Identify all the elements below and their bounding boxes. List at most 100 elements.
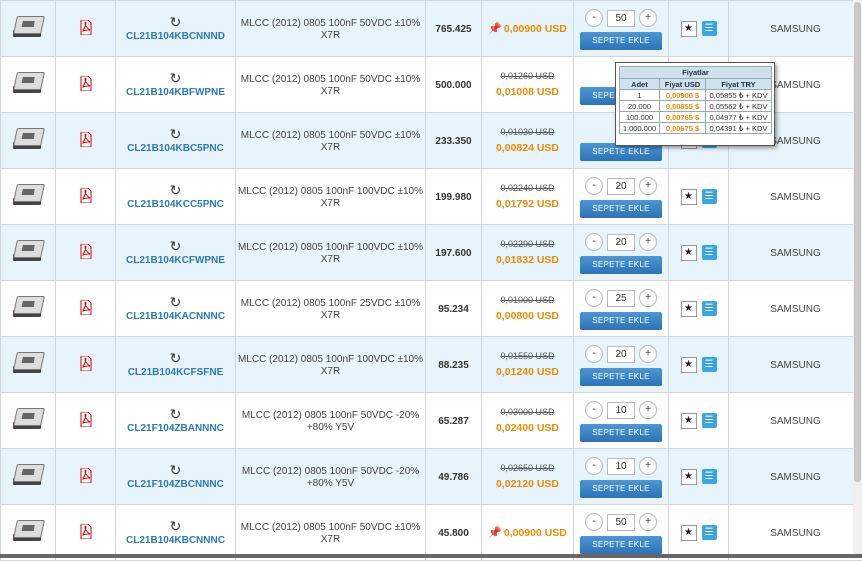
- list-icon[interactable]: ☰: [702, 469, 717, 484]
- pdf-icon[interactable]: [80, 132, 92, 147]
- product-code-link[interactable]: CL21B104KCFSFNE: [128, 367, 224, 378]
- refresh-icon[interactable]: ↻: [170, 519, 182, 533]
- quantity-input[interactable]: 20: [607, 346, 635, 363]
- chip-image[interactable]: [11, 350, 45, 376]
- chip-image[interactable]: [11, 238, 45, 264]
- favorite-star-icon[interactable]: ★: [681, 469, 697, 485]
- refresh-icon[interactable]: ↻: [170, 183, 182, 197]
- quantity-input[interactable]: 20: [607, 234, 635, 251]
- increase-qty-button[interactable]: +: [639, 513, 657, 531]
- chip-image[interactable]: [11, 126, 45, 152]
- increase-qty-button[interactable]: +: [639, 345, 657, 363]
- increase-qty-button[interactable]: +: [639, 457, 657, 475]
- add-to-cart-button[interactable]: SEPETE EKLE: [580, 368, 662, 386]
- decrease-qty-button[interactable]: -: [585, 457, 603, 475]
- increase-qty-button[interactable]: +: [639, 9, 657, 27]
- list-icon[interactable]: ☰: [702, 21, 717, 36]
- favorite-star-icon[interactable]: ★: [681, 21, 697, 37]
- product-code-link[interactable]: CL21B104KACNNNC: [126, 311, 225, 322]
- add-to-cart-button[interactable]: SEPETE EKLE: [580, 536, 662, 554]
- decrease-qty-button[interactable]: -: [585, 401, 603, 419]
- quantity-input[interactable]: 10: [607, 402, 635, 419]
- list-icon[interactable]: ☰: [702, 301, 717, 316]
- add-to-cart-button[interactable]: SEPETE EKLE: [580, 200, 662, 218]
- refresh-icon[interactable]: ↻: [170, 239, 182, 253]
- pdf-icon[interactable]: [80, 20, 92, 35]
- decrease-qty-button[interactable]: -: [585, 289, 603, 307]
- product-code-link[interactable]: CL21B104KBFWPNE: [126, 87, 225, 98]
- list-icon[interactable]: ☰: [702, 413, 717, 428]
- unit-price: 0,02120 USD: [496, 478, 559, 490]
- product-code-link[interactable]: CL21B104KCFWPNE: [126, 255, 225, 266]
- brand-name: SAMSUNG: [770, 360, 821, 371]
- chip-image[interactable]: [11, 518, 45, 544]
- refresh-icon[interactable]: ↻: [170, 463, 182, 477]
- quantity-input[interactable]: 20: [607, 178, 635, 195]
- list-icon[interactable]: ☰: [702, 189, 717, 204]
- pdf-icon[interactable]: [80, 468, 92, 483]
- decrease-qty-button[interactable]: -: [585, 9, 603, 27]
- favorite-star-icon[interactable]: ★: [681, 525, 697, 541]
- brand-name: SAMSUNG: [770, 136, 821, 147]
- increase-qty-button[interactable]: +: [639, 401, 657, 419]
- chip-image[interactable]: [11, 182, 45, 208]
- scrollbar-thumb[interactable]: [854, 2, 861, 482]
- favorite-star-icon[interactable]: ★: [681, 189, 697, 205]
- favorite-star-icon[interactable]: ★: [681, 357, 697, 373]
- product-code-link[interactable]: CL21F104ZBANNNC: [127, 423, 224, 434]
- favorite-star-icon[interactable]: ★: [681, 245, 697, 261]
- product-image-cell: [1, 393, 56, 449]
- pdf-icon[interactable]: [80, 356, 92, 371]
- quantity-input[interactable]: 50: [607, 514, 635, 531]
- product-code-link[interactable]: CL21B104KBC5PNC: [127, 143, 224, 154]
- brand-name: SAMSUNG: [770, 248, 821, 259]
- quantity-input[interactable]: 10: [607, 458, 635, 475]
- add-to-cart-button[interactable]: SEPETE EKLE: [580, 480, 662, 498]
- list-icon[interactable]: ☰: [702, 525, 717, 540]
- increase-qty-button[interactable]: +: [639, 289, 657, 307]
- refresh-icon[interactable]: ↻: [170, 15, 182, 29]
- chip-image[interactable]: [11, 14, 45, 40]
- increase-qty-button[interactable]: +: [639, 233, 657, 251]
- product-code-link[interactable]: CL21B104KBCNNND: [126, 31, 225, 42]
- code-cell: ↻ CL21B104KBCNNND: [116, 1, 236, 57]
- decrease-qty-button[interactable]: -: [585, 513, 603, 531]
- add-to-cart-button[interactable]: SEPETE EKLE: [580, 256, 662, 274]
- tier-price-try: 0,05562 ₺ + KDV: [706, 101, 772, 112]
- quantity-input[interactable]: 50: [607, 10, 635, 27]
- pdf-icon[interactable]: [80, 244, 92, 259]
- add-to-cart-button[interactable]: SEPETE EKLE: [580, 424, 662, 442]
- chip-image[interactable]: [11, 462, 45, 488]
- refresh-icon[interactable]: ↻: [170, 407, 182, 421]
- table-row: ↻ CL21F104ZBCNNNC MLCC (2012) 0805 100nF…: [1, 449, 862, 505]
- refresh-icon[interactable]: ↻: [170, 127, 182, 141]
- product-code-link[interactable]: CL21B104KBCNNNC: [126, 535, 225, 546]
- favorite-star-icon[interactable]: ★: [681, 413, 697, 429]
- decrease-qty-button[interactable]: -: [585, 177, 603, 195]
- chip-image[interactable]: [11, 294, 45, 320]
- chip-image[interactable]: [11, 70, 45, 96]
- add-to-cart-button[interactable]: SEPETE EKLE: [580, 312, 662, 330]
- list-icon[interactable]: ☰: [702, 357, 717, 372]
- pdf-icon[interactable]: [80, 412, 92, 427]
- pdf-icon[interactable]: [80, 188, 92, 203]
- refresh-icon[interactable]: ↻: [170, 71, 182, 85]
- chip-image[interactable]: [11, 406, 45, 432]
- add-to-cart-button[interactable]: SEPETE EKLE: [580, 32, 662, 50]
- product-image-cell: [1, 449, 56, 505]
- pdf-icon[interactable]: [80, 300, 92, 315]
- pdf-icon[interactable]: [80, 76, 92, 91]
- refresh-icon[interactable]: ↻: [170, 295, 182, 309]
- stock-quantity: 45.800: [438, 528, 469, 539]
- decrease-qty-button[interactable]: -: [585, 233, 603, 251]
- refresh-icon[interactable]: ↻: [170, 351, 182, 365]
- product-code-link[interactable]: CL21B104KCC5PNC: [127, 199, 224, 210]
- pdf-icon[interactable]: [80, 524, 92, 539]
- list-icon[interactable]: ☰: [702, 245, 717, 260]
- vertical-scrollbar[interactable]: [853, 0, 862, 558]
- decrease-qty-button[interactable]: -: [585, 345, 603, 363]
- increase-qty-button[interactable]: +: [639, 177, 657, 195]
- favorite-star-icon[interactable]: ★: [681, 301, 697, 317]
- product-code-link[interactable]: CL21F104ZBCNNNC: [127, 479, 224, 490]
- quantity-input[interactable]: 25: [607, 290, 635, 307]
